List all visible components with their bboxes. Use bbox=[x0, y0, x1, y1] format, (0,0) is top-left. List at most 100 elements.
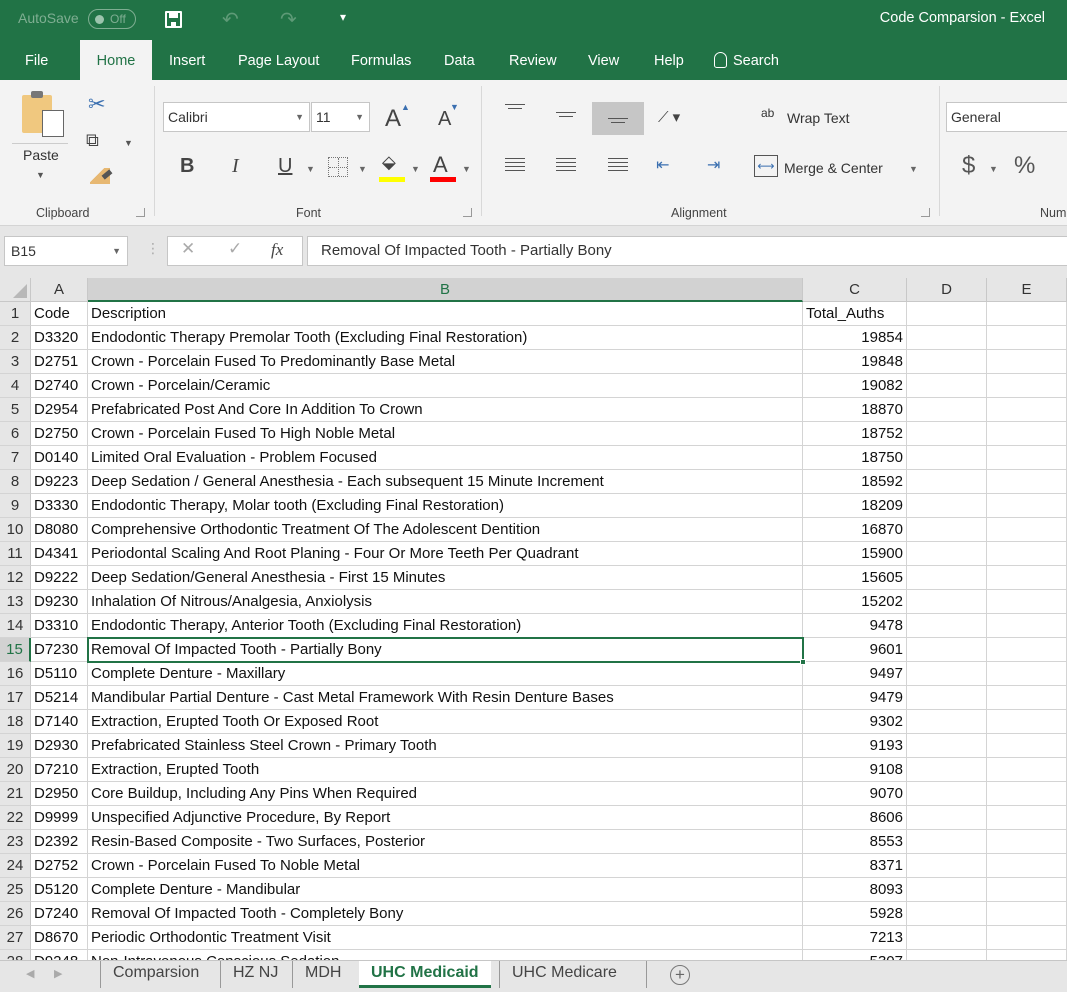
row-header[interactable]: 17 bbox=[0, 686, 31, 710]
tab-help[interactable]: Help bbox=[642, 40, 696, 80]
cell-description[interactable]: Mandibular Partial Denture - Cast Metal … bbox=[88, 686, 803, 710]
cell-total-auths[interactable]: 19848 bbox=[803, 350, 907, 374]
font-launcher-icon[interactable] bbox=[463, 208, 472, 217]
cell-description[interactable]: Crown - Porcelain/Ceramic bbox=[88, 374, 803, 398]
row-header[interactable]: 12 bbox=[0, 566, 31, 590]
cell-empty[interactable] bbox=[987, 326, 1067, 350]
row-header[interactable]: 23 bbox=[0, 830, 31, 854]
cell-total-auths[interactable]: 8553 bbox=[803, 830, 907, 854]
percent-button[interactable]: % bbox=[1014, 152, 1035, 180]
cell-empty[interactable] bbox=[987, 422, 1067, 446]
copy-icon[interactable]: ⧉ bbox=[86, 130, 99, 151]
cell-empty[interactable] bbox=[907, 710, 987, 734]
tab-review[interactable]: Review bbox=[497, 40, 569, 80]
cell-empty[interactable] bbox=[987, 830, 1067, 854]
cell-description[interactable]: Crown - Porcelain Fused To High Noble Me… bbox=[88, 422, 803, 446]
cell-empty[interactable] bbox=[907, 302, 987, 326]
fill-color-dropdown-icon[interactable]: ▼ bbox=[411, 164, 420, 174]
cell-empty[interactable] bbox=[907, 902, 987, 926]
row-header[interactable]: 5 bbox=[0, 398, 31, 422]
cell-total-auths[interactable]: 8371 bbox=[803, 854, 907, 878]
cell-empty[interactable] bbox=[907, 398, 987, 422]
row-header[interactable]: 15 bbox=[0, 638, 31, 662]
cell-empty[interactable] bbox=[907, 830, 987, 854]
paste-dropdown-icon[interactable]: ▼ bbox=[36, 170, 45, 180]
cell-total-auths[interactable]: 18209 bbox=[803, 494, 907, 518]
cell-description[interactable]: Prefabricated Post And Core In Addition … bbox=[88, 398, 803, 422]
cell-empty[interactable] bbox=[907, 734, 987, 758]
cell-empty[interactable] bbox=[987, 854, 1067, 878]
wrap-text-button[interactable]: Wrap Text bbox=[787, 110, 850, 126]
fill-handle[interactable] bbox=[800, 659, 806, 665]
tab-home[interactable]: Home bbox=[80, 40, 152, 80]
borders-icon[interactable] bbox=[328, 157, 348, 177]
cell-total-auths[interactable]: 18750 bbox=[803, 446, 907, 470]
cell-empty[interactable] bbox=[987, 398, 1067, 422]
cell-empty[interactable] bbox=[987, 590, 1067, 614]
cell-description[interactable]: Deep Sedation / General Anesthesia - Eac… bbox=[88, 470, 803, 494]
fill-color-icon[interactable]: ⬙ bbox=[382, 152, 396, 173]
bottom-align-icon[interactable] bbox=[608, 118, 628, 132]
cell-total-auths[interactable]: 9497 bbox=[803, 662, 907, 686]
customize-qat-icon[interactable]: ▾ bbox=[340, 10, 346, 24]
currency-button[interactable]: $ bbox=[962, 152, 975, 180]
tab-insert[interactable]: Insert bbox=[157, 40, 217, 80]
cell-empty[interactable] bbox=[907, 494, 987, 518]
cell-empty[interactable] bbox=[987, 470, 1067, 494]
cell-total-auths[interactable]: 18870 bbox=[803, 398, 907, 422]
cell-total-auths[interactable]: 8606 bbox=[803, 806, 907, 830]
column-header-b[interactable]: B bbox=[88, 278, 803, 302]
row-header[interactable]: 1 bbox=[0, 302, 31, 326]
cell-code[interactable]: D8080 bbox=[31, 518, 88, 542]
sheet-tab-mdh[interactable]: MDH bbox=[292, 961, 353, 988]
cell-empty[interactable] bbox=[907, 926, 987, 950]
cell-total-auths[interactable]: 9478 bbox=[803, 614, 907, 638]
cell-empty[interactable] bbox=[907, 566, 987, 590]
font-color-dropdown-icon[interactable]: ▼ bbox=[462, 164, 471, 174]
cell-code[interactable]: D5214 bbox=[31, 686, 88, 710]
row-header[interactable]: 9 bbox=[0, 494, 31, 518]
row-header[interactable]: 16 bbox=[0, 662, 31, 686]
row-header[interactable]: 24 bbox=[0, 854, 31, 878]
undo-icon[interactable]: ↶ bbox=[222, 7, 239, 32]
cell-empty[interactable] bbox=[987, 518, 1067, 542]
cell-total-auths[interactable]: 16870 bbox=[803, 518, 907, 542]
cell-total-auths[interactable]: Total_Auths bbox=[803, 302, 907, 326]
autosave-toggle[interactable]: Off bbox=[88, 9, 136, 29]
cell-empty[interactable] bbox=[987, 350, 1067, 374]
sheet-tab-hz-nj[interactable]: HZ NJ bbox=[220, 961, 290, 988]
row-header[interactable]: 4 bbox=[0, 374, 31, 398]
cell-code[interactable]: D5120 bbox=[31, 878, 88, 902]
decrease-indent-icon[interactable]: ⇤ bbox=[656, 155, 669, 175]
sheet-tab-uhc-medicaid[interactable]: UHC Medicaid bbox=[359, 961, 491, 988]
merge-dropdown-icon[interactable]: ▼ bbox=[909, 164, 918, 174]
formula-input[interactable]: Removal Of Impacted Tooth - Partially Bo… bbox=[307, 236, 1067, 266]
cell-description[interactable]: Non-Intravenous Conscious Sedation bbox=[88, 950, 803, 960]
cell-description[interactable]: Resin-Based Composite - Two Surfaces, Po… bbox=[88, 830, 803, 854]
save-icon[interactable] bbox=[165, 11, 182, 28]
cell-total-auths[interactable]: 9601 bbox=[803, 638, 907, 662]
cell-code[interactable]: D4341 bbox=[31, 542, 88, 566]
cell-total-auths[interactable]: 9108 bbox=[803, 758, 907, 782]
cell-description[interactable]: Crown - Porcelain Fused To Noble Metal bbox=[88, 854, 803, 878]
align-center-icon[interactable] bbox=[556, 158, 576, 172]
cell-description[interactable]: Unspecified Adjunctive Procedure, By Rep… bbox=[88, 806, 803, 830]
sheet-tab-comparsion[interactable]: Comparsion bbox=[100, 961, 211, 988]
cell-code[interactable]: D0140 bbox=[31, 446, 88, 470]
cell-empty[interactable] bbox=[907, 614, 987, 638]
cell-empty[interactable] bbox=[987, 374, 1067, 398]
row-header[interactable]: 28 bbox=[0, 950, 31, 960]
cell-code[interactable]: D7240 bbox=[31, 902, 88, 926]
cell-empty[interactable] bbox=[907, 782, 987, 806]
orientation-icon[interactable]: ⟋ ▾ bbox=[658, 108, 680, 126]
cell-empty[interactable] bbox=[987, 638, 1067, 662]
row-header[interactable]: 6 bbox=[0, 422, 31, 446]
cell-empty[interactable] bbox=[987, 566, 1067, 590]
tab-page-layout[interactable]: Page Layout bbox=[226, 40, 331, 80]
cell-empty[interactable] bbox=[987, 710, 1067, 734]
cell-total-auths[interactable]: 15605 bbox=[803, 566, 907, 590]
currency-dropdown-icon[interactable]: ▼ bbox=[989, 164, 998, 174]
row-header[interactable]: 10 bbox=[0, 518, 31, 542]
row-header[interactable]: 11 bbox=[0, 542, 31, 566]
cell-code[interactable]: D2750 bbox=[31, 422, 88, 446]
